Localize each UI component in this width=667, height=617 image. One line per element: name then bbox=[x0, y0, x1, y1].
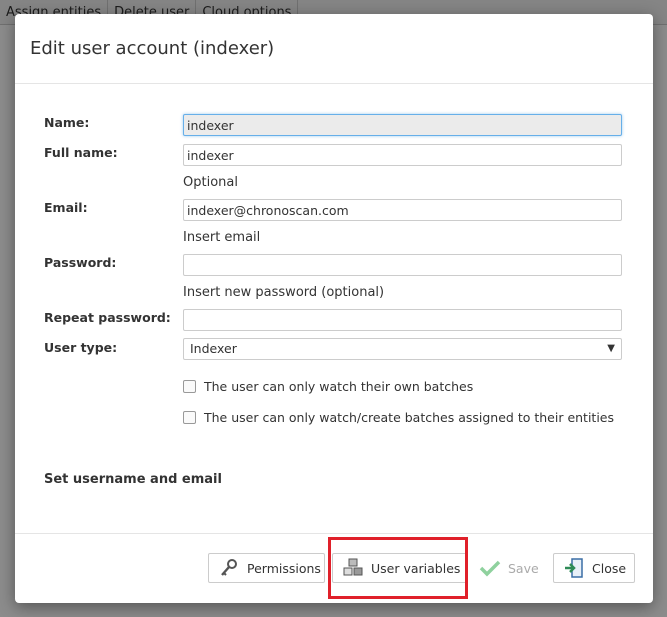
name-label: Name: bbox=[44, 115, 90, 130]
email-input[interactable] bbox=[183, 199, 622, 221]
email-hint: Insert email bbox=[183, 230, 261, 245]
user-type-label: User type: bbox=[44, 340, 118, 355]
password-label: Password: bbox=[44, 255, 117, 270]
checkbox-label: The user can only watch their own batche… bbox=[204, 379, 474, 394]
dialog-title: Edit user account (indexer) bbox=[30, 38, 275, 59]
user-type-value: Indexer bbox=[190, 341, 237, 356]
fullname-label: Full name: bbox=[44, 145, 118, 160]
password-hint: Insert new password (optional) bbox=[183, 285, 385, 300]
repeat-password-label: Repeat password: bbox=[44, 310, 171, 325]
highlight-box bbox=[328, 537, 468, 599]
entity-batches-checkbox[interactable]: The user can only watch/create batches a… bbox=[183, 410, 614, 425]
section-title: Set username and email bbox=[44, 472, 222, 487]
close-button[interactable]: Close bbox=[553, 553, 635, 583]
permissions-label: Permissions bbox=[247, 560, 321, 576]
user-type-select[interactable]: Indexer ▼ bbox=[183, 338, 622, 360]
repeat-password-input[interactable] bbox=[183, 309, 622, 331]
key-icon bbox=[217, 556, 241, 580]
caret-down-icon: ▼ bbox=[607, 343, 615, 354]
own-batches-checkbox[interactable]: The user can only watch their own batche… bbox=[183, 379, 473, 394]
header-divider bbox=[15, 83, 653, 84]
checkbox-box[interactable] bbox=[183, 380, 196, 393]
fullname-hint: Optional bbox=[183, 175, 238, 190]
checkmark-icon bbox=[478, 556, 502, 580]
save-button[interactable]: Save bbox=[470, 553, 548, 583]
checkbox-box[interactable] bbox=[183, 411, 196, 424]
footer-divider bbox=[15, 533, 653, 534]
fullname-input[interactable] bbox=[183, 144, 622, 166]
checkbox-label: The user can only watch/create batches a… bbox=[204, 410, 615, 425]
password-input[interactable] bbox=[183, 254, 622, 276]
save-label: Save bbox=[508, 560, 539, 576]
close-label: Close bbox=[592, 560, 627, 576]
edit-user-dialog: Edit user account (indexer) Name: Full n… bbox=[15, 14, 653, 603]
name-input[interactable] bbox=[183, 114, 622, 136]
permissions-button[interactable]: Permissions bbox=[208, 553, 325, 583]
exit-door-icon bbox=[562, 556, 586, 580]
email-label: Email: bbox=[44, 200, 88, 215]
